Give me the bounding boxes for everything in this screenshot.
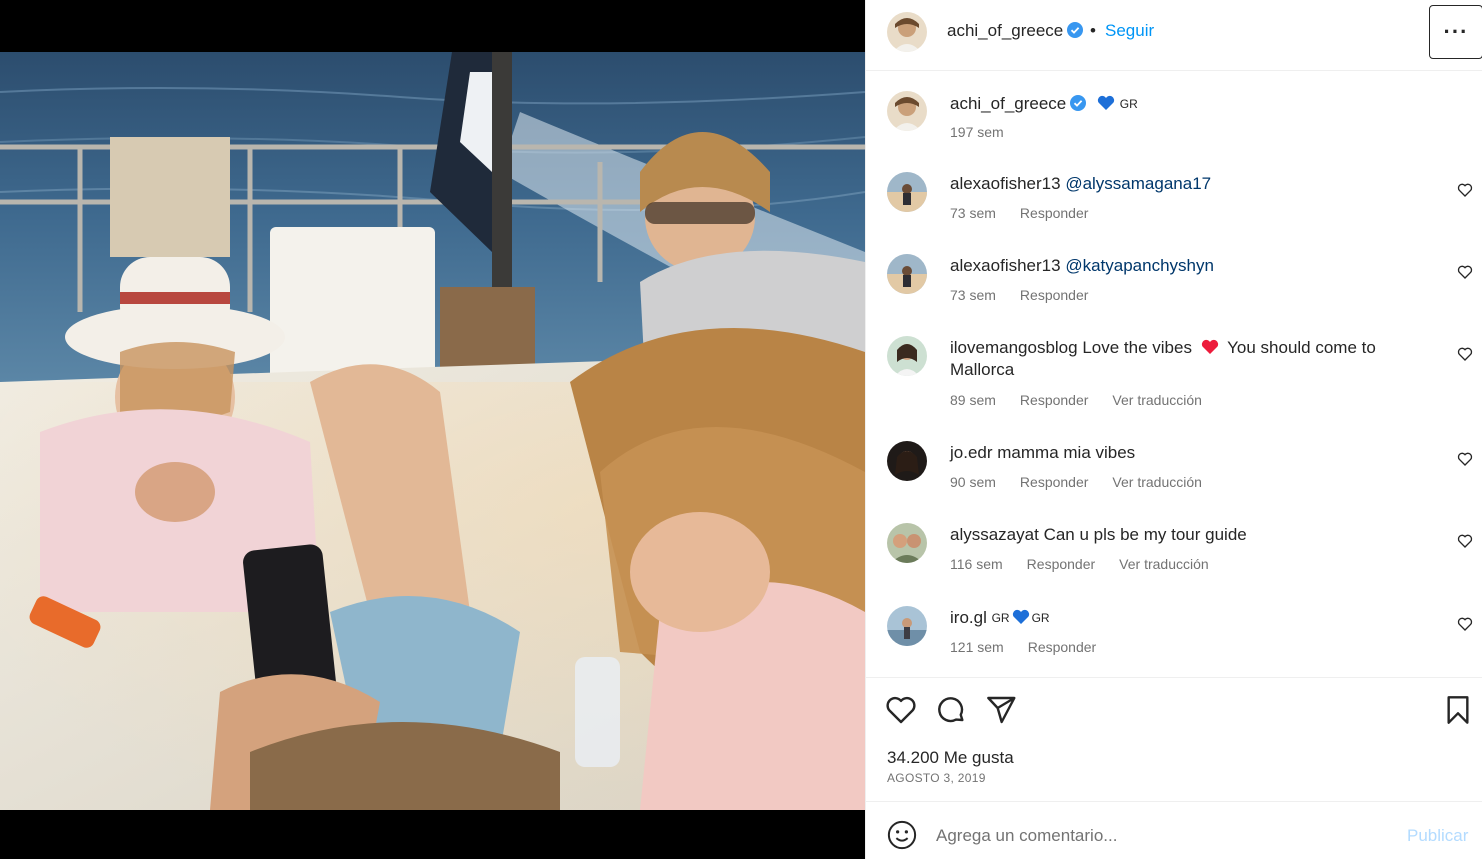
- comment-username[interactable]: iro.gl: [950, 608, 987, 627]
- more-options-icon: ···: [1443, 19, 1469, 44]
- post-date: AGOSTO 3, 2019: [887, 771, 986, 785]
- comment-meta: 73 sem Responder: [950, 205, 1112, 221]
- comment-text: alexaofisher13 @alyssamagana17: [950, 173, 1410, 195]
- comment-mention[interactable]: @alyssamagana17: [1065, 174, 1211, 193]
- author-username[interactable]: achi_of_greece: [947, 21, 1084, 41]
- comment-input[interactable]: [936, 824, 1376, 848]
- comments-list[interactable]: achi_of_greece GR 197 sem alexaofisher13…: [866, 71, 1482, 677]
- comment-username[interactable]: jo.edr: [950, 443, 993, 462]
- post-panel: achi_of_greece • Seguir ··· achi_of_gree…: [865, 0, 1482, 859]
- comment-text: iro.gl GR GR: [950, 607, 1410, 629]
- comment-text: alyssazayat Can u pls be my tour guide: [950, 524, 1410, 546]
- post-actions: 34.200 Me gusta AGOSTO 3, 2019: [866, 677, 1482, 801]
- like-comment-heart-icon[interactable]: [1457, 533, 1473, 549]
- comment-text: jo.edr mamma mia vibes: [950, 442, 1410, 464]
- commenter-avatar[interactable]: [887, 523, 927, 563]
- translate-button[interactable]: Ver traducción: [1112, 474, 1202, 490]
- comment-bubble-icon[interactable]: [935, 694, 967, 726]
- publish-button[interactable]: Publicar: [1407, 826, 1468, 846]
- commenter-avatar[interactable]: [887, 336, 927, 376]
- comment-meta: 121 sem Responder: [950, 639, 1120, 655]
- comment-time[interactable]: 73 sem: [950, 205, 996, 221]
- translate-button[interactable]: Ver traducción: [1119, 556, 1209, 572]
- follow-button[interactable]: Seguir: [1105, 21, 1154, 41]
- commenter-avatar[interactable]: [887, 606, 927, 646]
- post-photo[interactable]: [0, 52, 865, 810]
- comment-text: ilovemangosblog Love the vibes You shoul…: [950, 337, 1410, 381]
- reply-button[interactable]: Responder: [1020, 287, 1089, 303]
- post-header: achi_of_greece • Seguir ···: [866, 0, 1482, 71]
- caption-flag-text: GR: [1119, 97, 1138, 111]
- verified-badge-icon: [1070, 95, 1087, 111]
- comment-time[interactable]: 89 sem: [950, 392, 996, 408]
- boat-friends-photo: [0, 52, 865, 810]
- translate-button[interactable]: Ver traducción: [1112, 392, 1202, 408]
- reply-button[interactable]: Responder: [1028, 639, 1097, 655]
- like-comment-heart-icon[interactable]: [1457, 451, 1473, 467]
- comment-meta: 89 sem Responder Ver traducción: [950, 392, 1226, 408]
- save-bookmark-icon[interactable]: [1442, 694, 1474, 726]
- caption-avatar[interactable]: [887, 91, 927, 131]
- comment-body: Can u pls be my tour guide: [1043, 525, 1247, 544]
- comment-username[interactable]: alexaofisher13: [950, 256, 1061, 275]
- comment-meta: 90 sem Responder Ver traducción: [950, 474, 1226, 490]
- verified-badge-icon: [1067, 22, 1084, 38]
- blue-heart-icon: [1097, 95, 1115, 110]
- comment-time[interactable]: 121 sem: [950, 639, 1004, 655]
- commenter-avatar[interactable]: [887, 254, 927, 294]
- author-username-text[interactable]: achi_of_greece: [947, 21, 1063, 40]
- comment-username[interactable]: ilovemangosblog: [950, 338, 1078, 357]
- post-media: [0, 0, 865, 859]
- comment-text-part-1: GR: [991, 611, 1010, 625]
- comment-time[interactable]: 116 sem: [950, 556, 1003, 572]
- comment-meta: 73 sem Responder: [950, 287, 1112, 303]
- blue-heart-icon: [1012, 609, 1029, 624]
- comment-text-part-2: GR: [1031, 611, 1050, 625]
- red-heart-icon: [1201, 339, 1218, 354]
- caption-text: achi_of_greece GR: [950, 93, 1410, 115]
- comment-text-part-1: Love the vibes: [1082, 338, 1192, 357]
- more-options-button[interactable]: ···: [1429, 5, 1482, 59]
- comment-body: mamma mia vibes: [997, 443, 1136, 462]
- author-avatar[interactable]: [887, 12, 927, 52]
- comment-time[interactable]: 90 sem: [950, 474, 996, 490]
- like-heart-icon[interactable]: [885, 694, 917, 726]
- add-comment-bar: Publicar: [866, 801, 1482, 859]
- header-separator: •: [1090, 21, 1096, 40]
- reply-button[interactable]: Responder: [1020, 205, 1089, 221]
- comment-username[interactable]: alyssazayat: [950, 525, 1039, 544]
- reply-button[interactable]: Responder: [1020, 392, 1089, 408]
- like-comment-heart-icon[interactable]: [1457, 264, 1473, 280]
- comment-meta: 116 sem Responder Ver traducción: [950, 556, 1233, 572]
- like-comment-heart-icon[interactable]: [1457, 616, 1473, 632]
- comment-mention[interactable]: @katyapanchyshyn: [1065, 256, 1214, 275]
- emoji-icon[interactable]: [887, 820, 917, 850]
- commenter-avatar[interactable]: [887, 172, 927, 212]
- likes-count[interactable]: 34.200 Me gusta: [887, 748, 1014, 768]
- reply-button[interactable]: Responder: [1020, 474, 1089, 490]
- caption-time[interactable]: 197 sem: [950, 124, 1004, 140]
- caption-username[interactable]: achi_of_greece: [950, 94, 1066, 113]
- share-paper-plane-icon[interactable]: [985, 694, 1017, 726]
- reply-button[interactable]: Responder: [1027, 556, 1096, 572]
- commenter-avatar[interactable]: [887, 441, 927, 481]
- comment-username[interactable]: alexaofisher13: [950, 174, 1061, 193]
- like-comment-heart-icon[interactable]: [1457, 182, 1473, 198]
- like-comment-heart-icon[interactable]: [1457, 346, 1473, 362]
- caption-meta: 197 sem: [950, 124, 1028, 140]
- comment-time[interactable]: 73 sem: [950, 287, 996, 303]
- comment-text: alexaofisher13 @katyapanchyshyn: [950, 255, 1410, 277]
